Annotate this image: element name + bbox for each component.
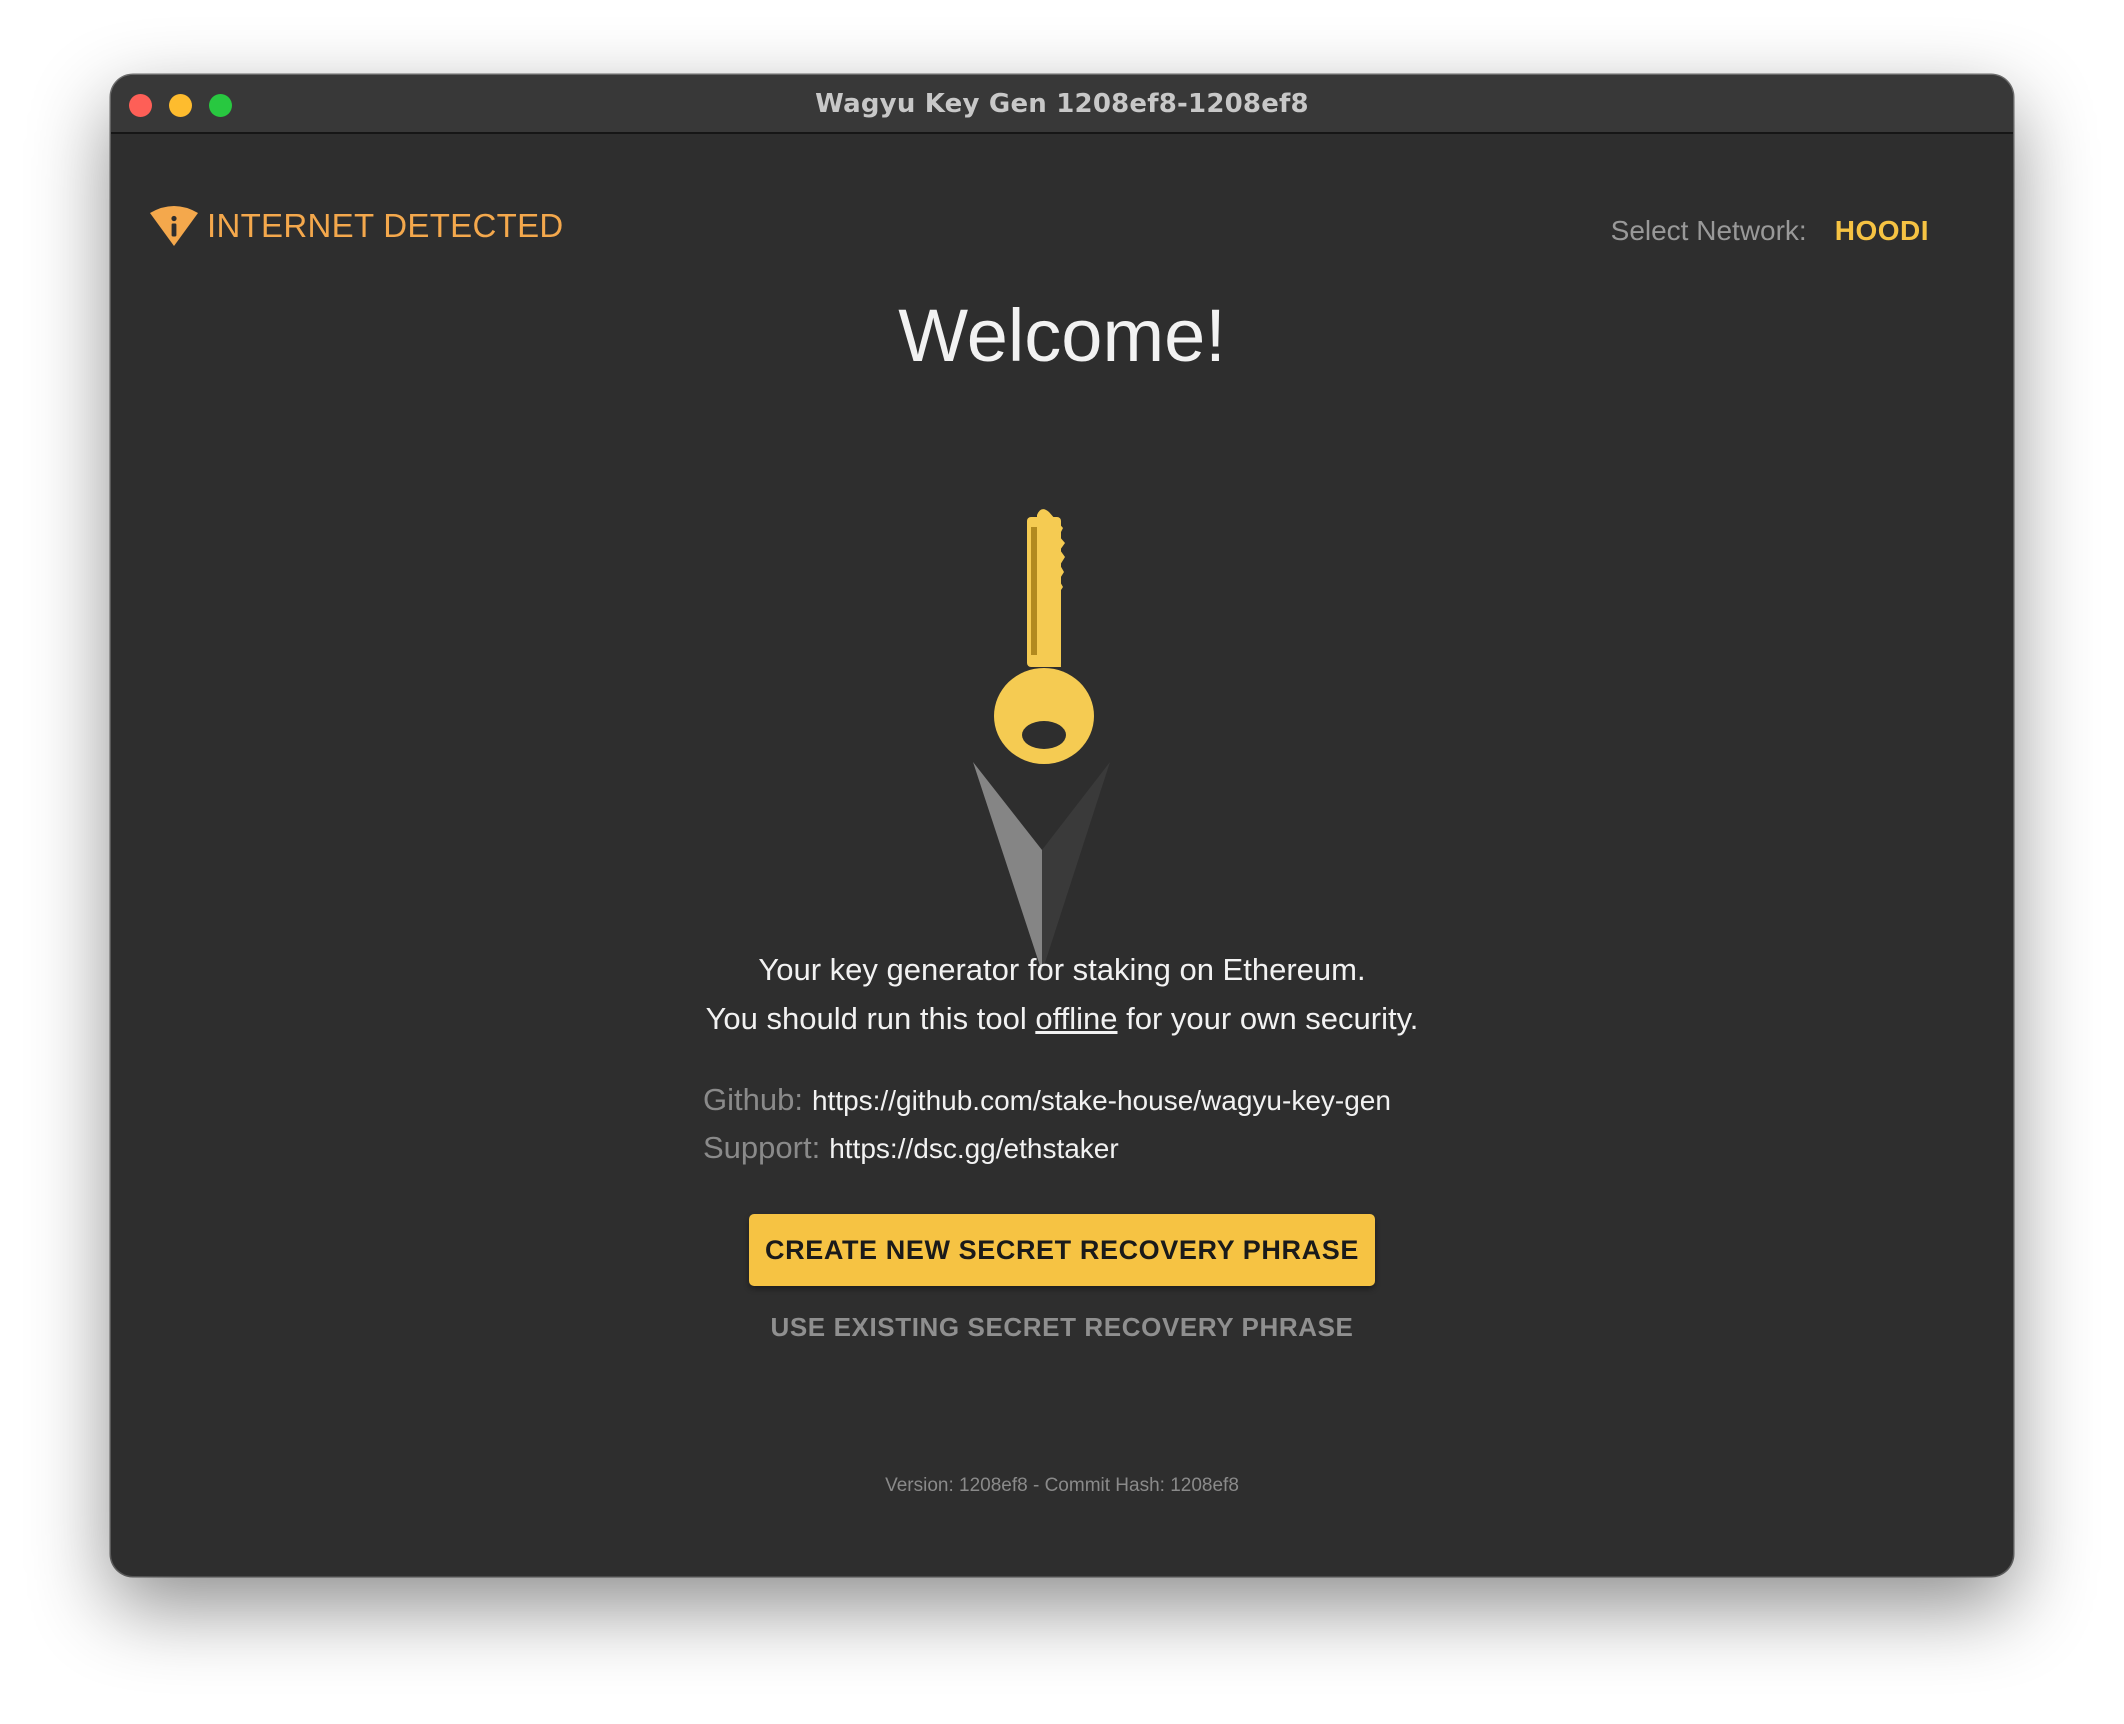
support-link[interactable]: https://dsc.gg/ethstaker	[829, 1133, 1119, 1165]
wifi-info-icon	[150, 206, 198, 246]
tagline: Your key generator for staking on Ethere…	[111, 945, 2013, 1043]
key-icon	[973, 509, 1110, 972]
page-title: Welcome!	[898, 294, 1226, 377]
github-label: Github:	[703, 1082, 803, 1117]
github-row: Github: https://github.com/stake-house/w…	[703, 1082, 1391, 1130]
support-row: Support: https://dsc.gg/ethstaker	[703, 1130, 1391, 1178]
title-bar[interactable]: Wagyu Key Gen 1208ef8-1208ef8	[111, 75, 2013, 134]
app-window: Wagyu Key Gen 1208ef8-1208ef8 INTERNET D…	[111, 75, 2013, 1576]
tagline-after: for your own security.	[1117, 1001, 1419, 1036]
version-info: Version: 1208ef8 - Commit Hash: 1208ef8	[885, 1475, 1239, 1496]
internet-warning-label: INTERNET DETECTED	[207, 207, 564, 244]
tagline-before: You should run this tool	[705, 1001, 1036, 1036]
tagline-line-1: Your key generator for staking on Ethere…	[758, 952, 1366, 987]
network-select-button[interactable]: HOODI	[1835, 215, 1929, 247]
network-label: Select Network:	[1610, 215, 1807, 246]
use-existing-recovery-phrase-button[interactable]: USE EXISTING SECRET RECOVERY PHRASE	[111, 1312, 2013, 1343]
create-recovery-phrase-button[interactable]: CREATE NEW SECRET RECOVERY PHRASE	[749, 1214, 1375, 1286]
github-link[interactable]: https://github.com/stake-house/wagyu-key…	[812, 1085, 1391, 1117]
window-title: Wagyu Key Gen 1208ef8-1208ef8	[815, 89, 1309, 119]
support-label: Support:	[703, 1130, 821, 1165]
internet-warning: INTERNET DETECTED	[149, 205, 564, 247]
network-selector: Select Network: HOODI	[1611, 215, 1929, 247]
offline-emphasis: offline	[1035, 1001, 1118, 1036]
tagline-line-2: You should run this tool offline for you…	[111, 994, 2013, 1043]
info-links: Github: https://github.com/stake-house/w…	[703, 1082, 1391, 1178]
